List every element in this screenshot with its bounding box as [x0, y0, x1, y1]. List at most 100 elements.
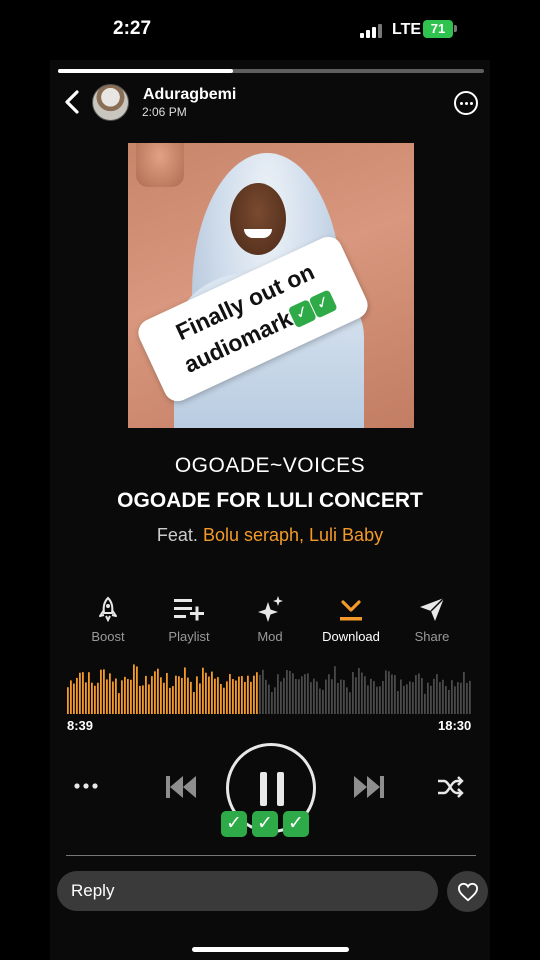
waveform-bar	[430, 685, 432, 714]
waveform-bar	[385, 670, 387, 714]
action-label: Download	[322, 629, 380, 644]
waveform-bar	[343, 679, 345, 714]
waveform-bar	[403, 685, 405, 714]
waveform-bar	[394, 675, 396, 714]
waveform-bar	[280, 681, 282, 714]
waveform-bar	[76, 677, 78, 714]
story-username[interactable]: Aduragbemi	[143, 86, 236, 104]
waveform-bar	[85, 682, 87, 714]
story-post-time: 2:06 PM	[142, 105, 187, 119]
story-progress-bar	[58, 69, 484, 73]
waveform-bar	[232, 679, 234, 714]
waveform-bar	[373, 681, 375, 714]
featured-artist-link[interactable]: Luli Baby	[309, 525, 383, 545]
check-mark-icon: ✓	[252, 811, 278, 837]
skip-previous-icon[interactable]	[164, 773, 198, 801]
waveform-bar	[118, 693, 120, 714]
download-button[interactable]: Download	[311, 596, 391, 644]
sparkles-icon	[258, 596, 283, 622]
waveform-bar	[157, 668, 159, 714]
track-title: OGOADE FOR LULI CONCERT	[117, 489, 423, 512]
mod-button[interactable]: Mod	[230, 596, 310, 644]
boost-button[interactable]: Boost	[68, 596, 148, 644]
waveform-bar	[370, 678, 372, 714]
waveform-bar	[271, 692, 273, 714]
waveform-bar	[319, 688, 321, 714]
waveform-bar	[214, 678, 216, 714]
waveform-bar	[361, 672, 363, 714]
battery-nub	[454, 25, 457, 32]
status-bar: 2:27 LTE 71	[0, 0, 540, 60]
waveform-bar	[418, 673, 420, 714]
shuffle-icon[interactable]	[437, 776, 465, 798]
waveform-bar	[286, 670, 288, 714]
waveform-bar	[205, 672, 207, 714]
waveform-bar	[253, 675, 255, 714]
waveform-bar	[322, 689, 324, 714]
status-time: 2:27	[113, 18, 152, 39]
featured-artist-link[interactable]: Bolu seraph	[203, 525, 299, 545]
waveform-bar	[163, 682, 165, 714]
waveform-bar	[442, 679, 444, 714]
waveform-bar	[73, 683, 75, 714]
more-dots-icon[interactable]	[74, 780, 98, 792]
waveform-bar	[469, 680, 471, 714]
waveform-bar	[400, 679, 402, 714]
waveform-bar	[454, 686, 456, 714]
battery-level: 71	[430, 21, 446, 36]
waveform-bar	[70, 680, 72, 714]
rocket-icon	[99, 596, 117, 622]
waveform-bar	[217, 677, 219, 714]
waveform-bar	[148, 684, 150, 714]
waveform-bar	[289, 671, 291, 714]
waveform-bar	[298, 679, 300, 714]
waveform-bar	[250, 681, 252, 714]
waveform-bar	[379, 686, 381, 714]
like-button[interactable]	[447, 871, 488, 912]
waveform-bar	[88, 672, 90, 714]
waveform-bar	[451, 680, 453, 714]
waveform-bar	[100, 669, 102, 714]
waveform-bar	[79, 672, 81, 714]
playlist-button[interactable]: Playlist	[149, 596, 229, 644]
waveform-bar	[436, 674, 438, 714]
waveform-bar	[235, 680, 237, 714]
waveform-scrubber[interactable]	[67, 660, 472, 714]
waveform-bar	[292, 673, 294, 714]
network-type: LTE	[392, 21, 422, 38]
track-artist[interactable]: OGOADE~VOICES	[0, 454, 540, 478]
avatar[interactable]	[92, 84, 129, 121]
waveform-bar	[460, 682, 462, 714]
more-options-icon[interactable]	[454, 91, 478, 115]
total-duration: 18:30	[438, 718, 472, 733]
waveform-bar	[406, 684, 408, 714]
waveform-bar	[391, 674, 393, 714]
waveform-bar	[352, 672, 354, 714]
waveform-bar	[448, 690, 450, 714]
waveform-bar	[445, 686, 447, 714]
signal-strength-icon	[360, 24, 382, 38]
waveform-bar	[421, 678, 423, 714]
share-button[interactable]: Share	[392, 596, 472, 644]
waveform-bar	[175, 675, 177, 714]
waveform-bar	[151, 676, 153, 714]
waveform-bar	[67, 687, 69, 714]
playlist-add-icon	[174, 599, 204, 621]
reply-input[interactable]: Reply	[57, 871, 438, 911]
waveform-bar	[328, 674, 330, 714]
action-label: Share	[414, 629, 450, 644]
waveform-bar	[238, 676, 240, 714]
waveform-bar	[130, 679, 132, 714]
skip-next-icon[interactable]	[352, 773, 386, 801]
feat-separator: ,	[299, 525, 310, 545]
waveform-bar	[262, 669, 264, 714]
waveform-bar	[193, 692, 195, 714]
back-chevron-icon[interactable]	[60, 88, 84, 116]
waveform-bar	[241, 676, 243, 714]
featured-artists: Feat. Bolu seraph, Luli Baby	[0, 525, 540, 546]
waveform-bar	[439, 682, 441, 714]
waveform-bar	[139, 685, 141, 714]
waveform-bar	[166, 672, 168, 714]
waveform-bar	[145, 675, 147, 714]
waveform-bar	[199, 683, 201, 714]
